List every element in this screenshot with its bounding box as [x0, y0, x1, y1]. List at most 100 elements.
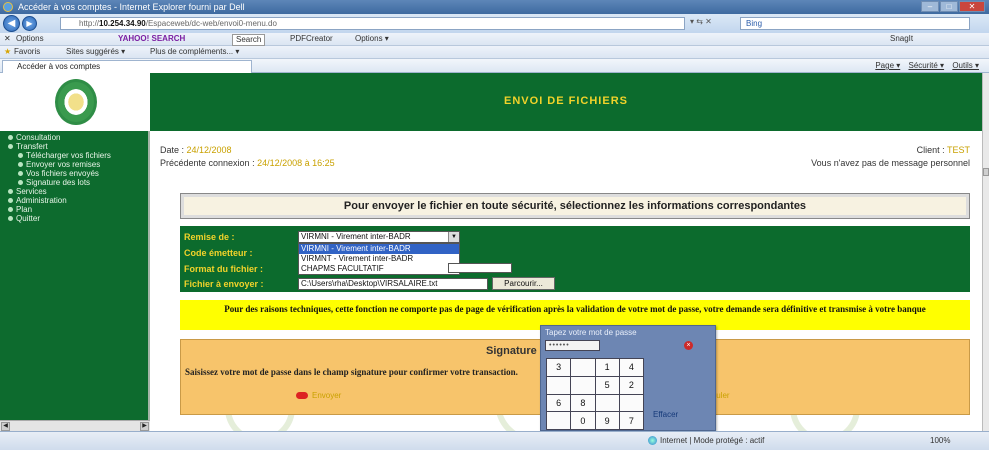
keypad-key[interactable]: 0: [571, 412, 595, 429]
yahoo-search-label[interactable]: YAHOO! SEARCH: [118, 33, 185, 45]
vertical-scrollbar[interactable]: [982, 73, 989, 431]
sidebar-item-services[interactable]: Services: [0, 187, 150, 196]
dropdown-option[interactable]: VIRMNI - Virement inter-BADR: [299, 244, 459, 254]
ie-logo-icon: [3, 2, 13, 12]
tab-acceder-comptes[interactable]: Accéder à vos comptes: [2, 60, 252, 73]
url-field[interactable]: http://10.254.34.90/Espaceweb/dc-web/env…: [60, 17, 685, 30]
remise-label: Remise de :: [184, 232, 235, 242]
keypad-key[interactable]: 3: [547, 359, 571, 376]
bank-emblem-icon: [55, 79, 97, 125]
window-title-bar: Accéder à vos comptes - Internet Explore…: [0, 0, 989, 14]
securite-menu[interactable]: Sécurité ▾: [908, 61, 944, 70]
forward-arrow-icon[interactable]: ▶: [22, 16, 37, 31]
keypad-label: Tapez votre mot de passe: [545, 328, 637, 337]
keypad-key[interactable]: [571, 359, 595, 376]
maximize-button[interactable]: □: [940, 1, 958, 12]
sidebar-item-fichiers-envoyes[interactable]: Vos fichiers envoyés: [0, 169, 150, 178]
toolbar-close-icon[interactable]: ✕: [4, 33, 11, 45]
keypad-key[interactable]: 5: [595, 376, 619, 394]
favoris-button[interactable]: Favoris: [14, 46, 40, 58]
chevron-down-icon[interactable]: ▼: [448, 232, 459, 242]
keypad-key[interactable]: [619, 394, 643, 412]
scroll-left-icon[interactable]: ◀: [1, 422, 10, 431]
sidebar-item-quitter[interactable]: Quitter: [0, 214, 150, 223]
signature-instructions: Saisissez votre mot de passe dans le cha…: [185, 367, 518, 377]
options-logo[interactable]: Options: [16, 33, 44, 45]
globe-icon: [648, 436, 657, 446]
options-menu[interactable]: Options ▾: [355, 33, 389, 45]
sidebar-horizontal-scrollbar[interactable]: ◀ ▶: [0, 420, 150, 431]
url-prefix: http://: [79, 19, 100, 28]
minimize-button[interactable]: –: [921, 1, 939, 12]
remise-dropdown-list: VIRMNI - Virement inter-BADR VIRMNT - Vi…: [298, 243, 460, 275]
zoom-level[interactable]: 100%: [930, 432, 950, 450]
keypad-key[interactable]: 9: [595, 412, 619, 429]
favorites-star-icon[interactable]: ★: [4, 46, 11, 58]
sidebar-item-telecharger[interactable]: Télécharger vos fichiers: [0, 151, 150, 160]
bullet-icon: [18, 180, 23, 186]
sites-suggeres-link[interactable]: Sites suggérés ▾: [66, 46, 125, 58]
sidebar-item-consultation[interactable]: Consultation: [0, 133, 150, 142]
envoyer-button[interactable]: Envoyer: [296, 391, 341, 400]
sidebar-item-envoyer[interactable]: Envoyer vos remises: [0, 160, 150, 169]
bullet-icon: [18, 171, 23, 177]
date-value: 24/12/2008: [186, 145, 232, 155]
bullet-icon: [8, 144, 13, 150]
scroll-thumb[interactable]: [983, 168, 989, 176]
keypad-key[interactable]: 2: [619, 376, 643, 394]
format-input[interactable]: [448, 263, 512, 273]
code-emetteur-label: Code émetteur :: [184, 248, 253, 258]
url-path: /Espaceweb/dc-web/envoi0-menu.do: [145, 19, 277, 28]
sidebar-item-administration[interactable]: Administration: [0, 196, 150, 205]
search-button[interactable]: Search: [232, 34, 266, 46]
date-line: Date : 24/12/2008: [160, 145, 232, 155]
page-menu[interactable]: Page ▾: [875, 61, 900, 70]
snagit-button[interactable]: SnagIt: [890, 33, 913, 45]
security-zone: Internet | Mode protégé : actif: [648, 432, 764, 450]
dropdown-option[interactable]: VIRMNT - Virement inter-BADR: [299, 254, 459, 264]
scroll-right-icon[interactable]: ▶: [140, 422, 149, 431]
window-controls: – □ ✕: [921, 1, 985, 12]
pdfcreator-button[interactable]: PDFCreator: [290, 33, 333, 45]
url-host: 10.254.34.90: [99, 19, 146, 28]
keypad-key[interactable]: 6: [547, 394, 571, 412]
keypad-grid: 3 1 4 5 2 6 8 0 9 7: [546, 358, 644, 430]
keypad-key[interactable]: 4: [619, 359, 643, 376]
file-path-input[interactable]: C:\Users\rha\Desktop\VIRSALAIRE.txt: [298, 278, 488, 290]
sidebar-item-plan[interactable]: Plan: [0, 205, 150, 214]
bullet-icon: [8, 189, 13, 195]
remise-select[interactable]: VIRMNI - Virement inter-BADR ▼: [298, 231, 460, 243]
command-bar: Page ▾ Sécurité ▾ Outils ▾: [869, 60, 979, 72]
close-button[interactable]: ✕: [959, 1, 985, 12]
bing-label: Bing: [746, 19, 763, 28]
browse-button[interactable]: Parcourir...: [492, 277, 555, 290]
password-field[interactable]: ••••••: [545, 340, 600, 351]
keypad-key[interactable]: [571, 376, 595, 394]
keypad-key[interactable]: [547, 376, 571, 394]
search-box[interactable]: Bing: [740, 17, 970, 30]
effacer-button[interactable]: Effacer: [653, 410, 678, 419]
page-title: ENVOI DE FICHIERS: [504, 95, 628, 107]
sidebar-item-signature[interactable]: Signature des lots: [0, 178, 150, 187]
main-content: ENVOI DE FICHIERS Date : 24/12/2008 Préc…: [150, 73, 982, 431]
keypad-key[interactable]: [595, 394, 619, 412]
fichier-label: Fichier à envoyer :: [184, 279, 264, 289]
bank-logo: [0, 73, 150, 131]
back-arrow-icon[interactable]: ◀: [3, 15, 20, 32]
keypad-key[interactable]: [547, 412, 571, 429]
previous-connection: Précédente connexion : 24/12/2008 à 16:2…: [160, 158, 335, 168]
sidebar-item-transfert[interactable]: Transfert: [0, 142, 150, 151]
personal-message: Vous n'avez pas de message personnel: [811, 158, 970, 168]
refresh-stop-icons[interactable]: ▾ ⇆ ✕: [690, 17, 712, 26]
previous-connection-value: 24/12/2008 à 16:25: [257, 158, 335, 168]
keypad-key[interactable]: 7: [619, 412, 643, 429]
bullet-icon: [18, 153, 23, 159]
keypad-key[interactable]: 8: [571, 394, 595, 412]
plus-complements-link[interactable]: Plus de compléments... ▾: [150, 46, 239, 58]
close-icon[interactable]: ×: [684, 341, 693, 350]
dropdown-option[interactable]: CHAPMS FACULTATIF: [299, 264, 459, 274]
format-label: Format du fichier :: [184, 264, 264, 274]
tab-label: Accéder à vos comptes: [17, 62, 101, 71]
outils-menu[interactable]: Outils ▾: [952, 61, 979, 70]
keypad-key[interactable]: 1: [595, 359, 619, 376]
